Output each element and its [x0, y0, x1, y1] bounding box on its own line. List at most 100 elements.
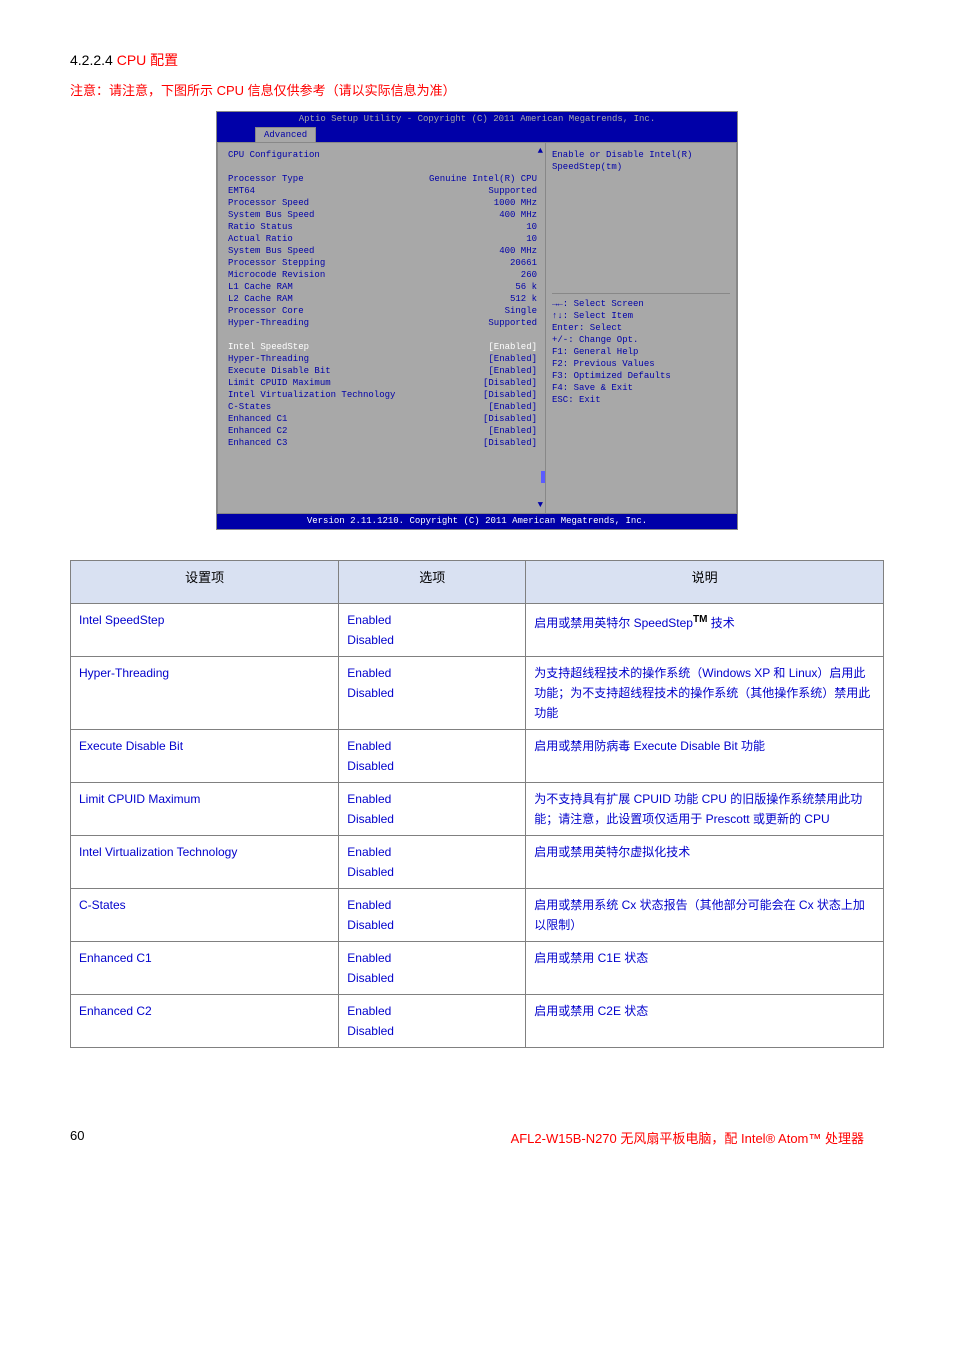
bios-option-value: [Enabled] [488, 365, 537, 377]
table-row: Enhanced C2EnabledDisabled启用或禁用 C2E 状态 [71, 995, 884, 1048]
th-setting: 设置项 [71, 561, 339, 604]
bios-info-row: Hyper-ThreadingSupported [228, 317, 537, 329]
bios-info-label: Actual Ratio [228, 233, 398, 245]
bios-option-row[interactable]: Intel SpeedStep[Enabled] [228, 341, 537, 353]
bios-info-value: 260 [521, 269, 537, 281]
table-row: Enhanced C1EnabledDisabled启用或禁用 C1E 状态 [71, 942, 884, 995]
setting-description: 启用或禁用 C2E 状态 [526, 995, 884, 1048]
setting-description: 为支持超线程技术的操作系统（Windows XP 和 Linux）启用此功能；为… [526, 657, 884, 730]
options-table: 设置项 选项 说明 Intel SpeedStepEnabledDisabled… [70, 560, 884, 1048]
bios-option-label: C-States [228, 401, 398, 413]
bios-info-row: Microcode Revision 260 [228, 269, 537, 281]
setting-description: 启用或禁用英特尔虚拟化技术 [526, 836, 884, 889]
bios-info-label: System Bus Speed [228, 209, 398, 221]
bios-screenshot: Aptio Setup Utility - Copyright (C) 2011… [216, 111, 738, 530]
bios-help-text: Enable or Disable Intel(R) SpeedStep(tm) [552, 149, 730, 173]
bios-info-row: Processor Stepping20661 [228, 257, 537, 269]
bios-info-row: Processor Type Genuine Intel(R) CPU [228, 173, 537, 185]
bios-help-key-line: Enter: Select [552, 322, 730, 334]
bios-option-value: [Enabled] [488, 425, 537, 437]
bios-help-key-line: F2: Previous Values [552, 358, 730, 370]
setting-options: EnabledDisabled [339, 730, 526, 783]
bios-info-value: 400 MHz [499, 209, 537, 221]
setting-description: 启用或禁用英特尔 SpeedStepTM 技术 [526, 604, 884, 657]
table-row: Intel Virtualization TechnologyEnabledDi… [71, 836, 884, 889]
bios-info-value: Supported [488, 317, 537, 329]
bios-info-value: 56 k [515, 281, 537, 293]
bios-option-value: [Disabled] [483, 437, 537, 449]
bios-info-value: 512 k [510, 293, 537, 305]
footer-text: AFL2-W15B-N270 无风扇平板电脑，配 Intel® Atom™ 处理… [511, 1128, 864, 1147]
bios-help-key-line: F1: General Help [552, 346, 730, 358]
table-row: Intel SpeedStepEnabledDisabled启用或禁用英特尔 S… [71, 604, 884, 657]
page-number: 60 [70, 1128, 84, 1143]
setting-options: EnabledDisabled [339, 783, 526, 836]
bios-right-pane: Enable or Disable Intel(R) SpeedStep(tm)… [545, 143, 736, 513]
table-row: Execute Disable BitEnabledDisabled启用或禁用防… [71, 730, 884, 783]
section-heading: 4.2.2.4 CPU 配置 [70, 50, 884, 70]
setting-description: 为不支持具有扩展 CPUID 功能 CPU 的旧版操作系统禁用此功能；请注意，此… [526, 783, 884, 836]
bios-tab-row: Advanced [217, 127, 737, 142]
bios-option-value: [Disabled] [483, 377, 537, 389]
bios-help-key-line: →←: Select Screen [552, 298, 730, 310]
bios-info-row: L2 Cache RAM512 k [228, 293, 537, 305]
setting-options: EnabledDisabled [339, 889, 526, 942]
th-options: 选项 [339, 561, 526, 604]
setting-description: 启用或禁用系统 Cx 状态报告（其他部分可能会在 Cx 状态上加以限制） [526, 889, 884, 942]
setting-options: EnabledDisabled [339, 657, 526, 730]
bios-option-value: [Disabled] [483, 413, 537, 425]
table-row: C-StatesEnabledDisabled启用或禁用系统 Cx 状态报告（其… [71, 889, 884, 942]
th-desc: 说明 [526, 561, 884, 604]
bios-info-row: System Bus Speed 400 MHz [228, 209, 537, 221]
bios-option-value: [Enabled] [488, 353, 537, 365]
setting-name: Limit CPUID Maximum [71, 783, 339, 836]
bios-help-key-line: +/-: Change Opt. [552, 334, 730, 346]
bios-option-label: Enhanced C1 [228, 413, 398, 425]
setting-description: 启用或禁用 C1E 状态 [526, 942, 884, 995]
bios-info-row: Processor Speed1000 MHz [228, 197, 537, 209]
bios-option-row[interactable]: C-States[Enabled] [228, 401, 537, 413]
bios-info-label: Processor Core [228, 305, 398, 317]
bios-option-row[interactable]: Execute Disable Bit [Enabled] [228, 365, 537, 377]
bios-option-label: Hyper-Threading [228, 353, 398, 365]
bios-tab-advanced: Advanced [255, 127, 316, 142]
bios-option-label: Enhanced C2 [228, 425, 398, 437]
setting-options: EnabledDisabled [339, 942, 526, 995]
bios-info-value: 400 MHz [499, 245, 537, 257]
bios-option-row[interactable]: Intel Virtualization Technology[Disabled… [228, 389, 537, 401]
bios-option-label: Intel Virtualization Technology [228, 389, 398, 401]
setting-options: EnabledDisabled [339, 836, 526, 889]
setting-name: C-States [71, 889, 339, 942]
setting-options: EnabledDisabled [339, 604, 526, 657]
bios-info-label: L1 Cache RAM [228, 281, 398, 293]
bios-option-label: Limit CPUID Maximum [228, 377, 398, 389]
bios-option-row[interactable]: Hyper-Threading [Enabled] [228, 353, 537, 365]
bios-info-row: Processor Core Single [228, 305, 537, 317]
bios-info-value: 10 [526, 221, 537, 233]
setting-options: EnabledDisabled [339, 995, 526, 1048]
bios-section-title: CPU Configuration [228, 149, 537, 161]
bios-info-value: Genuine Intel(R) CPU [429, 173, 537, 185]
bios-info-value: 10 [526, 233, 537, 245]
bios-info-label: System Bus Speed [228, 245, 398, 257]
setting-description: 启用或禁用防病毒 Execute Disable Bit 功能 [526, 730, 884, 783]
bios-option-row[interactable]: Enhanced C2 [Enabled] [228, 425, 537, 437]
bios-option-row[interactable]: Enhanced C3 [Disabled] [228, 437, 537, 449]
bios-option-label: Enhanced C3 [228, 437, 398, 449]
bios-option-row[interactable]: Enhanced C1 [Disabled] [228, 413, 537, 425]
scroll-down-icon: ▼ [538, 499, 543, 511]
bios-info-label: Microcode Revision [228, 269, 398, 281]
bios-info-value: Single [505, 305, 537, 317]
bios-option-label: Intel SpeedStep [228, 341, 398, 353]
bios-info-value: Supported [488, 185, 537, 197]
setting-name: Intel SpeedStep [71, 604, 339, 657]
bios-info-value: 1000 MHz [494, 197, 537, 209]
bios-option-row[interactable]: Limit CPUID Maximum [Disabled] [228, 377, 537, 389]
bios-info-label: Processor Stepping [228, 257, 398, 269]
bios-info-label: Processor Type [228, 173, 398, 185]
bios-option-label: Execute Disable Bit [228, 365, 398, 377]
bios-info-label: EMT64 [228, 185, 398, 197]
bios-version-bar: Version 2.11.1210. Copyright (C) 2011 Am… [217, 514, 737, 529]
setting-name: Enhanced C2 [71, 995, 339, 1048]
section-title: CPU 配置 [117, 52, 178, 68]
